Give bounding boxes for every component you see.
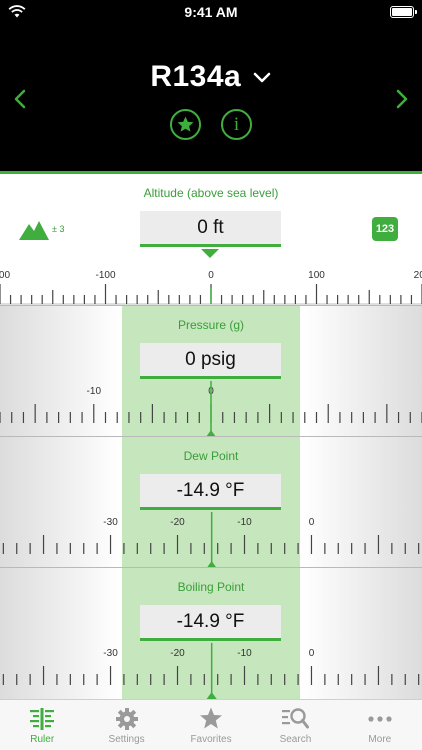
more-icon	[368, 716, 392, 722]
tab-bar: Ruler Settings Favorites Search More	[0, 699, 422, 750]
tab-ruler[interactable]: Ruler	[0, 700, 84, 750]
search-icon	[282, 708, 310, 729]
ruler-tick-label: -30	[103, 517, 118, 528]
boiling-point-ruler[interactable]: -30 -20 -10 0	[0, 568, 422, 699]
keypad-button[interactable]: 123	[372, 217, 398, 241]
page-title[interactable]: R134a	[150, 60, 241, 94]
dew-point-ruler[interactable]: -30 -20 -10 0	[0, 437, 422, 567]
ruler-tick-label: -10	[237, 517, 252, 528]
boiling-point-section: Boiling Point -14.9 °F -30 -20 -10 0	[0, 567, 422, 699]
favorite-button[interactable]	[170, 109, 201, 140]
ruler-tick-label: -20	[170, 517, 185, 528]
header-divider	[0, 171, 422, 174]
tab-settings[interactable]: Settings	[84, 700, 168, 750]
ruler-tick-label: 100	[308, 270, 325, 281]
tab-label: Favorites	[190, 734, 232, 745]
ruler-tick-label: -10	[87, 386, 102, 397]
status-time: 9:41 AM	[184, 4, 238, 20]
ruler-tick-label: -10	[237, 648, 252, 659]
info-button[interactable]: i	[221, 109, 252, 140]
altitude-tolerance: ± 3	[52, 224, 65, 234]
tab-label: More	[368, 734, 392, 745]
value-pointer-triangle	[206, 692, 217, 699]
star-icon	[200, 707, 223, 729]
altitude-value-field[interactable]: 0 ft	[140, 211, 281, 247]
dew-point-section: Dew Point -14.9 °F -30 -20 -10 0	[0, 436, 422, 567]
tab-more[interactable]: More	[338, 700, 422, 750]
tab-label: Settings	[108, 734, 145, 745]
chevron-left-icon[interactable]	[12, 88, 28, 110]
refrigerant-selector[interactable]: R134a	[0, 60, 422, 94]
altitude-label: Altitude (above sea level)	[143, 186, 279, 200]
tab-favorites[interactable]: Favorites	[169, 700, 253, 750]
star-icon	[177, 116, 194, 132]
ruler-tick-label: 0	[309, 648, 315, 659]
ruler-tick-label: -20	[170, 648, 185, 659]
ruler-tick-label: -100	[95, 270, 115, 281]
pressure-ruler[interactable]: -100	[0, 306, 422, 436]
mountain-icon	[19, 221, 49, 240]
chevron-right-icon[interactable]	[394, 88, 410, 110]
pressure-section: Pressure (g) 0 psig -100	[0, 305, 422, 436]
ruler-tick-label: 200	[414, 270, 422, 281]
status-bar: 9:41 AM	[0, 0, 422, 24]
info-icon: i	[233, 113, 240, 135]
gear-icon	[115, 708, 138, 730]
ruler-tick-label: -30	[103, 648, 118, 659]
altitude-pointer	[201, 249, 219, 258]
header: 9:41 AM R134a i	[0, 0, 422, 171]
tab-search[interactable]: Search	[253, 700, 337, 750]
altitude-ruler[interactable]: -200 -100 0 100 200	[0, 262, 422, 308]
ruler-tick-label: -200	[0, 270, 10, 281]
ruler-icon	[30, 708, 55, 730]
ruler-tick-label: 0	[208, 270, 214, 281]
battery-icon	[390, 6, 417, 18]
chevron-down-icon[interactable]	[252, 67, 272, 87]
tab-label: Ruler	[30, 734, 55, 745]
ruler-tick-label: 0	[309, 517, 315, 528]
tab-label: Search	[279, 734, 312, 745]
